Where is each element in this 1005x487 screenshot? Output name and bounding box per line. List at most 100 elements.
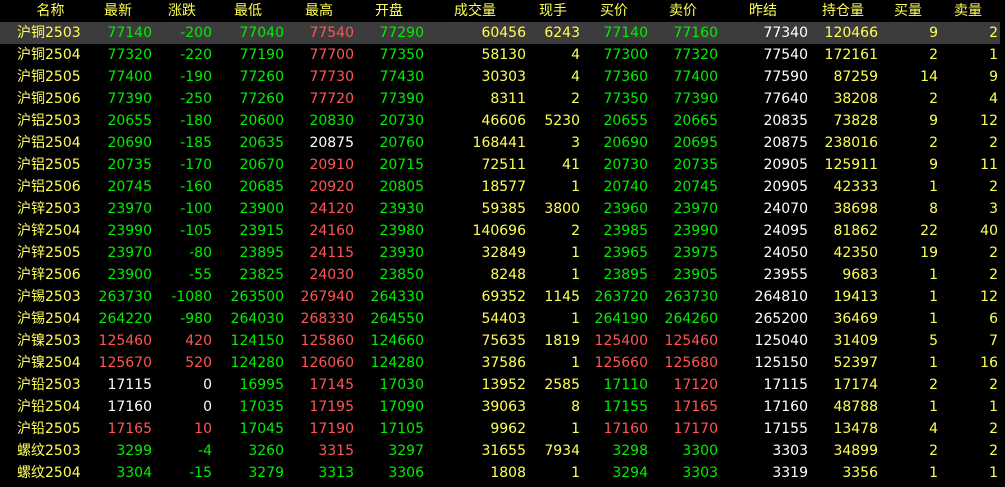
cell-volume: 37586 <box>481 355 526 371</box>
cell-open: 20760 <box>379 135 424 151</box>
cell-volume: 9962 <box>490 421 526 437</box>
column-header-oi[interactable]: 持仓量 <box>808 0 878 22</box>
cell-cur: 1 <box>571 245 580 261</box>
cell-last: 23990 <box>107 223 152 239</box>
cell-bid-vol: 9 <box>929 157 938 173</box>
cell-ask-vol: 9 <box>989 69 998 85</box>
cell-volume: 58130 <box>481 47 526 63</box>
table-row[interactable]: 螺纹2504 3304 -15 3279 3313 3306 1808 1 3294 3303 33… <box>0 462 1005 484</box>
cell-last: 23970 <box>107 245 152 261</box>
cell-ask-vol: 11 <box>980 157 998 173</box>
cell-low: 263500 <box>230 289 284 305</box>
column-header-volume[interactable]: 成交量 <box>424 0 526 22</box>
table-row[interactable]: 沪镍2504 125670 520 124280 126060 124280 37586 1 1… <box>0 352 1005 374</box>
column-header-high[interactable]: 最高 <box>284 0 354 22</box>
table-row[interactable]: 沪铝2503 20655 -180 20600 20830 20730 46606 5230 2… <box>0 110 1005 132</box>
cell-low: 124150 <box>230 333 284 349</box>
contract-name: 沪锌2504 <box>17 223 81 239</box>
cell-change: 0 <box>203 377 212 393</box>
cell-open: 77430 <box>379 69 424 85</box>
cell-cur: 41 <box>562 157 580 173</box>
column-header-bid-vol[interactable]: 买量 <box>878 0 938 22</box>
cell-ask-vol: 12 <box>980 113 998 129</box>
table-row[interactable]: 沪铅2503 17115 0 16995 17145 17030 13952 2585 1711… <box>0 374 1005 396</box>
cell-prev: 24070 <box>763 201 808 217</box>
cell-low: 20600 <box>239 113 284 129</box>
table-row[interactable]: 沪铜2503 77140 -200 77040 77540 77290 60456 6243 7… <box>0 22 1005 44</box>
table-row[interactable]: 沪铝2504 20690 -185 20635 20875 20760 168441 3 206… <box>0 132 1005 154</box>
cell-ask-vol: 2 <box>989 377 998 393</box>
cell-bid-vol: 2 <box>929 377 938 393</box>
cell-prev: 77640 <box>763 91 808 107</box>
column-header-bid[interactable]: 买价 <box>580 0 648 22</box>
table-row[interactable]: 沪铜2504 77320 -220 77190 77700 77350 58130 4 7730… <box>0 44 1005 66</box>
cell-prev: 77540 <box>763 47 808 63</box>
table-row[interactable]: 沪铜2506 77390 -250 77260 77720 77390 8311 2 77350… <box>0 88 1005 110</box>
cell-open: 17105 <box>379 421 424 437</box>
cell-bid-vol: 1 <box>929 399 938 415</box>
column-header-ask-vol[interactable]: 卖量 <box>938 0 998 22</box>
column-header-prev[interactable]: 昨结 <box>718 0 808 22</box>
cell-ask-vol: 7 <box>989 333 998 349</box>
table-row[interactable]: 沪铝2505 20735 -170 20670 20910 20715 72511 41 207… <box>0 154 1005 176</box>
cell-change: -980 <box>180 311 212 327</box>
cell-ask: 23970 <box>673 201 718 217</box>
cell-bid: 20730 <box>603 157 648 173</box>
column-header-name[interactable]: 名称 <box>0 0 84 22</box>
cell-ask: 20745 <box>673 179 718 195</box>
table-row[interactable]: 沪锌2503 23970 -100 23900 24120 23930 59385 3800 2… <box>0 198 1005 220</box>
column-header-change[interactable]: 涨跌 <box>152 0 212 22</box>
cell-open: 124280 <box>370 355 424 371</box>
cell-bid-vol: 1 <box>929 179 938 195</box>
cell-open: 23930 <box>379 201 424 217</box>
table-row[interactable]: 沪铜2505 77400 -190 77260 77730 77430 30303 4 7736… <box>0 66 1005 88</box>
table-row[interactable]: 沪锡2503 263730 -1080 263500 267940 264330 69352… <box>0 286 1005 308</box>
contract-name: 螺纹2503 <box>17 443 81 459</box>
cell-bid-vol: 2 <box>929 91 938 107</box>
cell-ask-vol: 2 <box>989 245 998 261</box>
column-header-low[interactable]: 最低 <box>212 0 284 22</box>
cell-change: -190 <box>180 69 212 85</box>
cell-low: 20635 <box>239 135 284 151</box>
cell-last: 264220 <box>98 311 152 327</box>
table-row[interactable]: 沪铅2504 17160 0 17035 17195 17090 39063 8 17155 17… <box>0 396 1005 418</box>
cell-oi: 238016 <box>824 135 878 151</box>
contract-name: 沪锡2503 <box>17 289 81 305</box>
cell-bid: 23985 <box>603 223 648 239</box>
table-row[interactable]: 沪锌2504 23990 -105 23915 24160 23980 140696 2 239… <box>0 220 1005 242</box>
cell-ask: 125460 <box>664 333 718 349</box>
cell-ask-vol: 40 <box>980 223 998 239</box>
cell-bid-vol: 1 <box>929 355 938 371</box>
column-header-ask[interactable]: 卖价 <box>648 0 718 22</box>
cell-ask: 77160 <box>673 25 718 41</box>
cell-ask-vol: 1 <box>989 465 998 481</box>
column-header-last[interactable]: 最新 <box>84 0 152 22</box>
column-header-cur[interactable]: 现手 <box>526 0 580 22</box>
cell-ask-vol: 2 <box>989 267 998 283</box>
cell-high: 20830 <box>309 113 354 129</box>
table-row[interactable]: 沪镍2503 125460 420 124150 125860 124660 75635 18… <box>0 330 1005 352</box>
table-row[interactable]: 沪铅2505 17165 10 17045 17190 17105 9962 1 17160 17… <box>0 418 1005 440</box>
cell-low: 23915 <box>239 223 284 239</box>
table-row[interactable]: 沪锌2506 23900 -55 23825 24030 23850 8248 1 23895 2… <box>0 264 1005 286</box>
cell-change: -170 <box>180 157 212 173</box>
cell-bid: 125660 <box>594 355 648 371</box>
cell-bid-vol: 1 <box>929 465 938 481</box>
table-row[interactable]: 沪铝2506 20745 -160 20685 20920 20805 18577 1 2074… <box>0 176 1005 198</box>
table-row[interactable]: 沪锡2504 264220 -980 264030 268330 264550 54403 1… <box>0 308 1005 330</box>
cell-oi: 38208 <box>833 91 878 107</box>
cell-cur: 5230 <box>544 113 580 129</box>
table-row[interactable]: 沪锌2505 23970 -80 23895 24115 23930 32849 1 23965… <box>0 242 1005 264</box>
table-row[interactable]: 螺纹2503 3299 -4 3260 3315 3297 31655 7934 3298 330… <box>0 440 1005 462</box>
cell-high: 24160 <box>309 223 354 239</box>
cell-low: 77190 <box>239 47 284 63</box>
cell-last: 23900 <box>107 267 152 283</box>
cell-ask-vol: 2 <box>989 443 998 459</box>
column-header-open[interactable]: 开盘 <box>354 0 424 22</box>
contract-name: 沪铝2505 <box>17 157 81 173</box>
cell-bid-vol: 9 <box>929 113 938 129</box>
cell-low: 17045 <box>239 421 284 437</box>
cell-bid-vol: 19 <box>920 245 938 261</box>
cell-ask-vol: 4 <box>989 91 998 107</box>
cell-oi: 42333 <box>833 179 878 195</box>
